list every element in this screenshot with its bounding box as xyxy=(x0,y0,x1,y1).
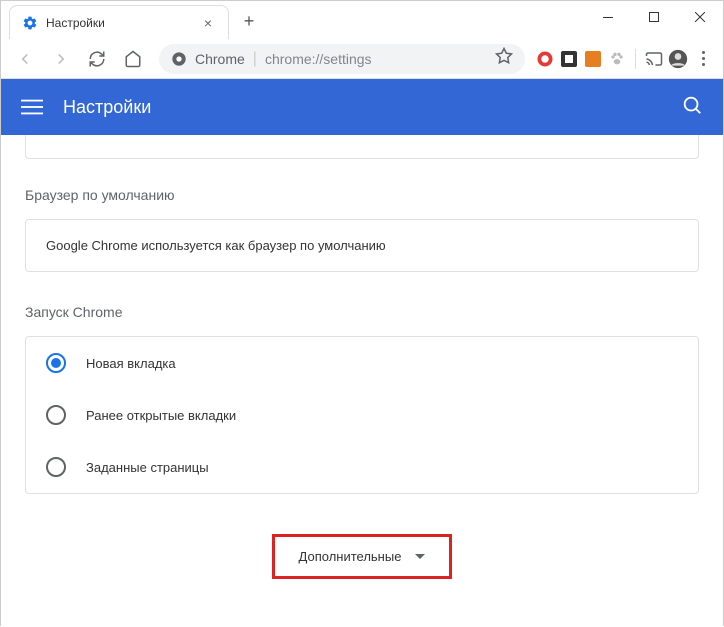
url-divider: | xyxy=(253,50,257,68)
cast-icon[interactable] xyxy=(644,49,664,69)
radio-label: Заданные страницы xyxy=(86,460,209,475)
maximize-button[interactable] xyxy=(631,1,677,33)
profile-avatar-icon[interactable] xyxy=(668,49,688,69)
gear-icon xyxy=(22,15,38,31)
default-browser-card: Google Chrome используется как браузер п… xyxy=(25,219,699,272)
url-origin-label: Chrome xyxy=(195,51,245,67)
startup-option-specific-pages[interactable]: Заданные страницы xyxy=(26,441,698,493)
window-titlebar: Настройки × + xyxy=(1,1,723,39)
previous-card-bottom xyxy=(25,135,699,159)
window-controls xyxy=(585,1,723,33)
advanced-label: Дополнительные xyxy=(299,549,402,564)
browser-tab[interactable]: Настройки × xyxy=(9,5,229,39)
url-field[interactable]: Chrome | chrome://settings xyxy=(159,44,525,74)
url-path: chrome://settings xyxy=(265,51,372,67)
extension-separator xyxy=(635,49,636,69)
radio-selected-icon xyxy=(46,353,66,373)
minimize-button[interactable] xyxy=(585,1,631,33)
tab-title: Настройки xyxy=(46,16,192,30)
advanced-button[interactable]: Дополнительные xyxy=(272,534,453,579)
home-button[interactable] xyxy=(117,43,149,75)
hamburger-menu-icon[interactable] xyxy=(21,96,43,118)
default-browser-text: Google Chrome используется как браузер п… xyxy=(46,238,678,253)
settings-content[interactable]: Браузер по умолчанию Google Chrome испол… xyxy=(1,135,723,627)
chrome-icon xyxy=(171,51,187,67)
new-tab-button[interactable]: + xyxy=(235,7,263,35)
startup-option-previous-tabs[interactable]: Ранее открытые вкладки xyxy=(26,389,698,441)
startup-option-new-tab[interactable]: Новая вкладка xyxy=(26,337,698,389)
chrome-menu-button[interactable] xyxy=(692,51,715,66)
startup-section-title: Запуск Chrome xyxy=(25,304,699,320)
startup-card: Новая вкладка Ранее открытые вкладки Зад… xyxy=(25,336,699,494)
close-window-button[interactable] xyxy=(677,1,723,33)
radio-unselected-icon xyxy=(46,405,66,425)
extension-icon-3[interactable] xyxy=(583,49,603,69)
radio-unselected-icon xyxy=(46,457,66,477)
address-bar: Chrome | chrome://settings xyxy=(1,39,723,79)
chevron-down-icon xyxy=(415,554,425,559)
radio-label: Ранее открытые вкладки xyxy=(86,408,236,423)
radio-label: Новая вкладка xyxy=(86,356,176,371)
bookmark-star-icon[interactable] xyxy=(495,47,513,70)
close-tab-icon[interactable]: × xyxy=(200,15,216,31)
back-button[interactable] xyxy=(9,43,41,75)
default-browser-section-title: Браузер по умолчанию xyxy=(25,187,699,203)
forward-button[interactable] xyxy=(45,43,77,75)
page-title: Настройки xyxy=(63,97,681,118)
search-icon[interactable] xyxy=(681,94,703,121)
extension-paw-icon[interactable] xyxy=(607,49,627,69)
settings-header: Настройки xyxy=(1,79,723,135)
extension-adblock-icon[interactable] xyxy=(535,49,555,69)
extension-icon-2[interactable] xyxy=(559,49,579,69)
reload-button[interactable] xyxy=(81,43,113,75)
